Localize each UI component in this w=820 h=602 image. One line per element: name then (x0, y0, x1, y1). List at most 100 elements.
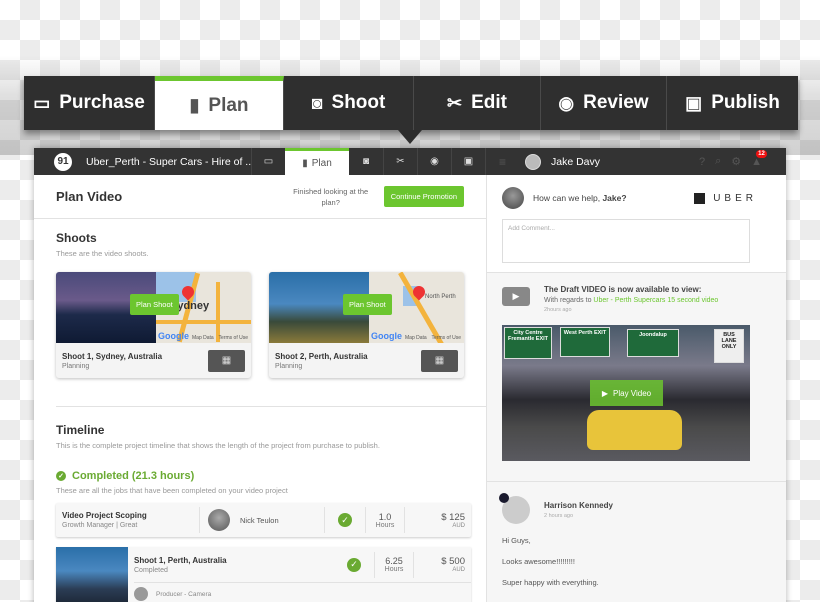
hamburger-icon: ≡ (498, 154, 506, 169)
shoots-subtitle: These are the video shoots. (56, 249, 149, 258)
google-logo: Google (371, 331, 402, 341)
shoot-name: Shoot 1, Sydney, Australia (62, 351, 163, 361)
project-title[interactable]: Uber_Perth - Super Cars - Hire of ... (86, 156, 251, 168)
scissors-icon: ✂ (396, 156, 405, 167)
commenter-name: Harrison Kennedy (544, 501, 613, 510)
main-content: Plan Video Finished looking at the plan?… (34, 175, 486, 602)
nav-edit[interactable]: ✂ (383, 148, 417, 175)
credit-card-icon: ▭ (263, 156, 274, 167)
nav-purchase[interactable]: ▭ (251, 148, 285, 175)
user-name[interactable]: Jake Davy (551, 156, 600, 168)
avatar (499, 493, 530, 524)
job-title: Video Project Scoping (62, 511, 147, 520)
step-shoot[interactable]: ◙ Shoot (284, 76, 414, 130)
gear-icon[interactable]: ⚙ (731, 155, 741, 168)
step-purchase[interactable]: ▭ Purchase (24, 76, 155, 130)
video-link[interactable]: Uber - Perth Supercars 15 second video (593, 297, 718, 304)
price-value: $ 500 (441, 556, 465, 567)
person-name: Nick Teulon (240, 515, 279, 525)
help-prompt: How can we help, Jake? (533, 193, 627, 203)
video-play-icon: ▶ (502, 287, 530, 306)
credit-card-icon: ▭ (33, 92, 51, 113)
road-sign: BUS LANE ONLY (714, 329, 744, 363)
hours-value: 1.0 (378, 511, 392, 522)
shoot-name: Shoot 2, Perth, Australia (275, 351, 368, 361)
uber-logo: UBER (694, 192, 757, 204)
nav-plan[interactable]: ▮ Plan (285, 148, 349, 175)
nav-shoot[interactable]: ◙ (349, 148, 383, 175)
check-circle-icon: ✓ (347, 557, 361, 572)
play-video-button[interactable]: ▶ Play Video (590, 380, 663, 406)
price-value: $ 125 (441, 511, 465, 523)
job-row[interactable]: Shoot 1, Perth, Australia Completed ✓ 6.… (56, 547, 471, 602)
job-row[interactable]: Video Project Scoping Growth Manager | G… (56, 503, 471, 537)
help-icon[interactable]: ? (699, 156, 705, 168)
comment-input[interactable]: Add Comment... (502, 219, 750, 263)
app-window: 91 Uber_Perth - Super Cars - Hire of ...… (34, 148, 786, 602)
nav-publish[interactable]: ▣ (451, 148, 485, 175)
continue-promotion-button[interactable]: Continue Promotion (383, 186, 464, 207)
search-icon[interactable]: ⌕ (715, 155, 721, 168)
schedule-button[interactable]: ▦ (208, 349, 245, 372)
video-preview[interactable]: City Centre Fremantle EXIT West Perth EX… (502, 325, 750, 461)
app-logo[interactable]: 91 (54, 152, 72, 171)
job-subtitle: Growth Manager | Great (62, 522, 138, 529)
road-sign: Joondalup (627, 329, 679, 357)
schedule-button[interactable]: ▦ (421, 349, 458, 372)
comment-line: Hi Guys, (502, 536, 531, 545)
shoot-card[interactable]: Sydney Google Map Data Terms of Use Plan… (56, 272, 251, 378)
timeline-title: Timeline (56, 423, 105, 437)
role-label: Producer - Camera (156, 590, 212, 598)
eye-icon: ◉ (558, 92, 575, 113)
plan-shoot-button[interactable]: Plan Shoot (343, 294, 392, 315)
comment-line: Super happy with everything. (502, 578, 599, 587)
play-icon: ▶ (601, 388, 609, 398)
step-pointer (398, 130, 422, 144)
shoots-title: Shoots (56, 231, 97, 245)
camera-icon: ◙ (311, 92, 323, 113)
step-review[interactable]: ◉ Review (541, 76, 667, 130)
step-edit[interactable]: ✂ Edit (414, 76, 541, 130)
completed-subtitle: These are all the jobs that have been co… (56, 486, 288, 495)
eye-icon: ◉ (430, 156, 439, 167)
finished-text: Finished looking at the plan? (293, 186, 369, 207)
job-subtitle: Completed (134, 566, 168, 574)
comment-item: Harrison Kennedy 2 hours ago Hi Guys, Lo… (487, 481, 786, 601)
uber-icon (694, 192, 706, 204)
road-sign: City Centre Fremantle EXIT (504, 327, 552, 359)
user-avatar[interactable] (525, 153, 541, 170)
youtube-icon: ▣ (685, 92, 703, 113)
step-plan[interactable]: ▮ Plan (155, 76, 284, 130)
plan-shoot-button[interactable]: Plan Shoot (130, 294, 179, 315)
check-circle-icon: ✓ (56, 471, 66, 481)
youtube-icon: ▣ (463, 156, 474, 167)
section-divider (56, 406, 486, 407)
camera-icon: ◙ (362, 156, 370, 167)
road-sign: West Perth EXIT (560, 327, 610, 357)
user-badge-icon (499, 493, 509, 503)
shoot-status: Planning (275, 362, 303, 370)
document-icon: ▮ (189, 95, 200, 115)
workflow-step-bar: ▭ Purchase ▮ Plan ◙ Shoot ✂ Edit ◉ Review ▣ Pu… (24, 76, 798, 130)
avatar (502, 187, 524, 209)
hours-value: 6.25 (385, 556, 403, 566)
timestamp: 2hours ago (544, 307, 572, 313)
timestamp: 2 hours ago (544, 513, 574, 519)
draft-title: The Draft VIDEO is now available to view… (544, 285, 702, 294)
avatar (208, 509, 230, 531)
shoot-status: Planning (62, 362, 90, 370)
job-photo (56, 547, 128, 602)
shoots-section: Shoots These are the video shoots. Sydne… (34, 231, 486, 378)
job-title: Shoot 1, Perth, Australia (134, 555, 227, 565)
bell-icon[interactable]: ▲ 12 (751, 149, 767, 168)
menu-button[interactable]: ≡ (485, 148, 519, 175)
nav-review[interactable]: ◉ (417, 148, 451, 175)
step-publish[interactable]: ▣ Publish (667, 76, 798, 130)
calendar-icon: ▦ (434, 355, 445, 366)
shoot-card[interactable]: North Perth Google Map Data Terms of Use… (269, 272, 464, 378)
scissors-icon: ✂ (447, 92, 463, 113)
check-circle-icon: ✓ (338, 513, 352, 527)
top-right-icons: ? ⌕ ⚙ ▲ 12 (699, 149, 767, 168)
plan-header: Plan Video Finished looking at the plan?… (34, 175, 486, 219)
google-logo: Google (158, 331, 189, 341)
